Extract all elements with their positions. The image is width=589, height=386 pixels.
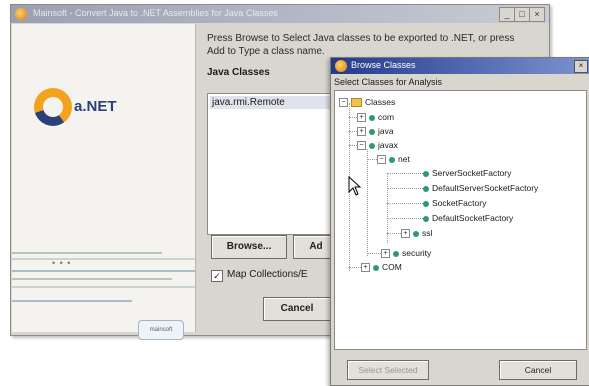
expand-icon[interactable]: + xyxy=(401,229,410,239)
progress-dots: • • • xyxy=(52,258,72,268)
tree-node-javax[interactable]: − javax xyxy=(357,140,398,151)
wizard-title: Mainsoft - Convert Java to .NET Assembli… xyxy=(33,8,278,18)
logo-icon xyxy=(34,88,72,126)
map-collections-checkbox[interactable]: ✓ xyxy=(211,270,223,282)
cancel-button[interactable]: Cancel xyxy=(263,297,331,321)
collapse-icon[interactable]: − xyxy=(339,98,348,108)
class-icon xyxy=(423,185,429,192)
decorative-lines xyxy=(12,252,195,312)
folder-icon xyxy=(351,98,362,108)
class-tree[interactable]: − Classes + com + java − javax − net ServerSo… xyxy=(334,90,587,350)
expand-icon[interactable]: + xyxy=(357,127,366,137)
java-classes-header: Java Classes xyxy=(207,67,270,78)
product-logo: a.NET xyxy=(34,88,154,128)
logo-text: a.NET xyxy=(74,98,117,115)
browse-classes-dialog: Browse Classes × Select Classes for Anal… xyxy=(330,57,589,386)
dialog-cancel-button[interactable]: Cancel xyxy=(499,360,577,380)
mouse-cursor-icon xyxy=(348,176,362,196)
app-icon xyxy=(15,8,27,20)
instructions-text: Press Browse to Select Java classes to b… xyxy=(207,33,515,57)
tree-node-class[interactable]: DefaultServerSocketFactory xyxy=(423,183,538,194)
tree-node-class[interactable]: DefaultSocketFactory xyxy=(423,213,513,224)
tree-node-ssl[interactable]: + ssl xyxy=(401,228,432,239)
browse-button[interactable]: Browse... xyxy=(211,235,287,259)
package-icon xyxy=(369,142,375,149)
mainsoft-logo: mainsoft xyxy=(138,320,184,340)
tree-node-java[interactable]: + java xyxy=(357,126,394,137)
tree-node-classes[interactable]: − Classes xyxy=(339,97,395,108)
tree-node-com[interactable]: + com xyxy=(357,112,394,123)
list-item[interactable]: java.rmi.Remote xyxy=(210,96,336,109)
expand-icon[interactable]: + xyxy=(357,113,366,123)
dialog-close-button[interactable]: × xyxy=(574,60,588,73)
tree-node-security[interactable]: + security xyxy=(381,248,431,259)
dialog-subtitle: Select Classes for Analysis xyxy=(334,77,443,87)
wizard-titlebar[interactable]: Mainsoft - Convert Java to .NET Assembli… xyxy=(11,5,549,23)
tree-node-com-root[interactable]: + COM xyxy=(361,262,402,273)
class-icon xyxy=(423,170,429,177)
package-icon xyxy=(369,114,375,121)
expand-icon[interactable]: + xyxy=(381,249,390,259)
dialog-titlebar[interactable]: Browse Classes × xyxy=(331,58,589,74)
map-collections-label: Map Collections/E xyxy=(227,269,308,280)
package-icon xyxy=(369,128,375,135)
collapse-icon[interactable]: − xyxy=(357,141,366,151)
package-icon xyxy=(393,250,399,257)
class-icon xyxy=(423,200,429,207)
tree-node-net[interactable]: − net xyxy=(377,154,410,165)
package-icon xyxy=(373,264,379,271)
expand-icon[interactable]: + xyxy=(361,263,370,273)
java-classes-list[interactable]: java.rmi.Remote xyxy=(207,93,339,235)
class-icon xyxy=(423,215,429,222)
package-icon xyxy=(413,230,419,237)
close-button[interactable]: × xyxy=(529,7,545,22)
left-banner: a.NET • • • mainsoft xyxy=(12,24,196,340)
minimize-button[interactable]: _ xyxy=(499,7,515,22)
select-selected-button[interactable]: Select Selected xyxy=(347,360,429,380)
collapse-icon[interactable]: − xyxy=(377,155,386,165)
dialog-app-icon xyxy=(335,60,347,72)
tree-node-class[interactable]: SocketFactory xyxy=(423,198,486,209)
maximize-button[interactable]: □ xyxy=(514,7,530,22)
tree-node-class[interactable]: ServerSocketFactory xyxy=(423,168,511,179)
package-icon xyxy=(389,156,395,163)
dialog-title: Browse Classes xyxy=(351,60,416,70)
